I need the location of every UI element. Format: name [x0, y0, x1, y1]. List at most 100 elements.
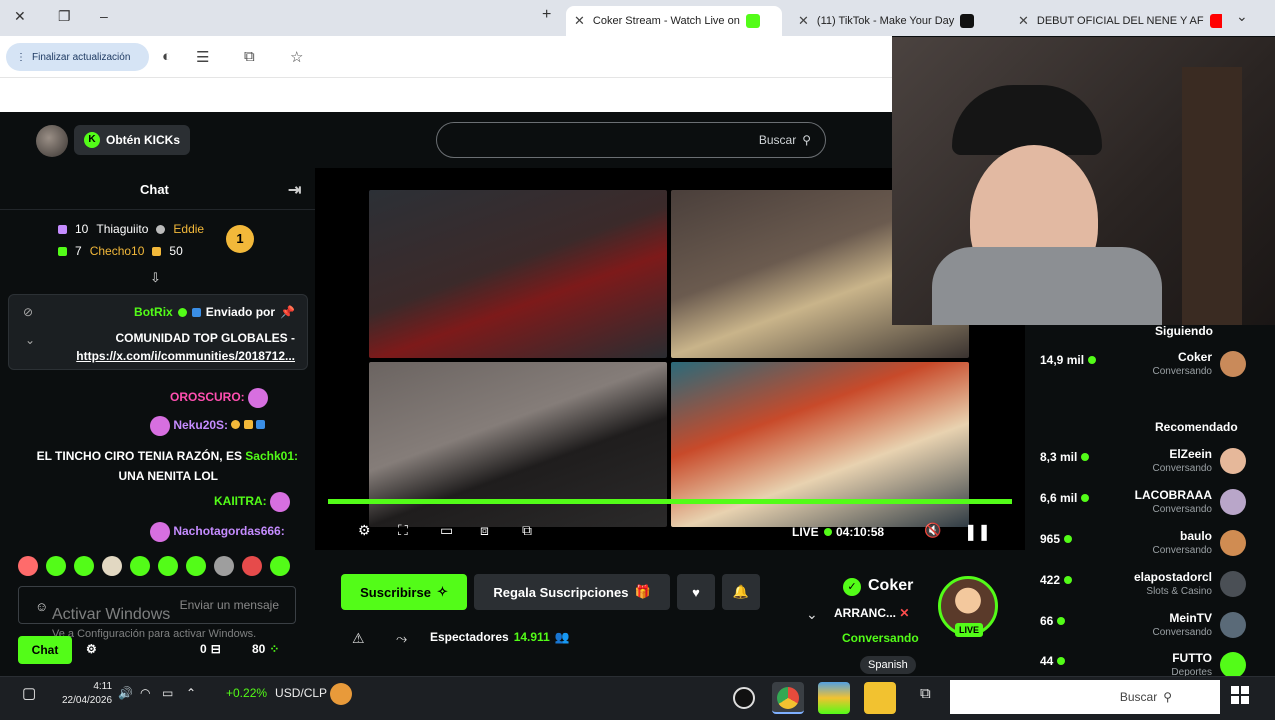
sidebar-channel-baulo[interactable]: baulo Conversando 965	[1036, 526, 1250, 562]
stream-category[interactable]: Conversando	[842, 631, 919, 645]
sidebar-channel-futto[interactable]: FUTTO Deportes 44	[1036, 648, 1250, 676]
notifications-button[interactable]: 🔔	[722, 574, 760, 610]
tray-chevron-icon[interactable]: ⌃	[186, 686, 196, 700]
tab-coker-stream[interactable]: ✕ Coker Stream - Watch Live on	[566, 6, 782, 36]
app-icon[interactable]	[818, 682, 850, 714]
emote-icon[interactable]	[74, 556, 94, 576]
viewers-value: 44	[1040, 654, 1054, 668]
tab-search-icon[interactable]: ⌄	[1236, 8, 1248, 25]
close-tab-icon[interactable]: ✕	[1018, 13, 1029, 29]
chat-username[interactable]: Nachotagordas666:	[173, 524, 284, 538]
emote-icon[interactable]	[186, 556, 206, 576]
taskbar-search[interactable]: Buscar ⚲	[950, 680, 1220, 714]
bookmark-star-icon[interactable]: ☆	[290, 48, 303, 66]
video-feed-top-left	[369, 190, 667, 358]
emote-icon[interactable]	[270, 556, 290, 576]
clock[interactable]: 4:11 22/04/2026	[62, 680, 112, 708]
share-icon[interactable]: ⤳	[396, 630, 407, 647]
collapse-chat-icon[interactable]: ⇥	[288, 180, 301, 200]
subscribe-button[interactable]: Suscribirse ✧	[341, 574, 467, 610]
sidebar-channel-coker[interactable]: Coker Conversando 14,9 mil	[1036, 347, 1250, 383]
sidebar-channel-lacobraaa[interactable]: LACOBRAAA Conversando 6,6 mil	[1036, 485, 1250, 521]
chat-message: OROSCURO:	[170, 388, 269, 408]
search-icon: ⚲	[802, 133, 811, 147]
obs-icon[interactable]	[728, 682, 760, 714]
wifi-icon[interactable]: ◠	[140, 686, 150, 700]
emote-icon[interactable]	[158, 556, 178, 576]
user-avatar[interactable]	[36, 125, 68, 157]
file-explorer-icon[interactable]	[864, 682, 896, 714]
emote-icon[interactable]	[46, 556, 66, 576]
restore-window-icon[interactable]: ❐	[58, 8, 71, 25]
tab-youtube[interactable]: ✕ DEBUT OFICIAL DEL NENE Y AF	[1010, 6, 1222, 36]
chat-username[interactable]: Sachk01:	[245, 449, 298, 463]
emote-icon[interactable]	[242, 556, 262, 576]
emoji-picker-icon[interactable]: ☺	[35, 599, 48, 614]
search-input[interactable]: Buscar ⚲	[436, 122, 826, 158]
points-count: 80	[252, 642, 266, 656]
start-menu-icon[interactable]	[1231, 686, 1249, 704]
heart-icon: ♥	[692, 584, 700, 600]
title-cross-icon: ✕	[899, 606, 910, 620]
task-view-icon[interactable]: ⧉	[920, 685, 931, 702]
chat-username[interactable]: Neku20S:	[173, 418, 228, 432]
playback-progress-bar[interactable]	[328, 499, 1012, 504]
sidebar-channel-elapostadorcl[interactable]: elapostadorcl Slots & Casino 422	[1036, 567, 1250, 603]
expand-pinned-icon[interactable]: ⌄	[25, 333, 35, 347]
chrome-icon[interactable]	[772, 682, 804, 714]
sidebar-channel-meintv[interactable]: MeinTV Conversando 66	[1036, 608, 1250, 644]
streamer-name[interactable]: Coker	[868, 577, 913, 595]
report-icon[interactable]: ⚠	[352, 630, 365, 647]
weather-widget-icon[interactable]	[330, 683, 352, 708]
chat-settings-icon[interactable]: ⚙	[86, 642, 97, 656]
chat-username[interactable]: OROSCURO:	[170, 390, 245, 404]
channel-avatar	[1220, 530, 1246, 556]
finish-update-button[interactable]: ⋮ Finalizar actualización	[6, 43, 149, 71]
gift-subs-button[interactable]: Regala Suscripciones 🎁	[474, 574, 670, 610]
language-tag[interactable]: Spanish	[860, 656, 916, 674]
picture-in-picture-icon[interactable]: ⧉	[522, 522, 532, 539]
emote-icon[interactable]	[214, 556, 234, 576]
profile-icon[interactable]: ◐	[162, 48, 171, 65]
channel-avatar	[1220, 612, 1246, 638]
volume-icon[interactable]: 🔊	[118, 686, 133, 700]
reading-list-icon[interactable]: ☰	[196, 48, 209, 66]
follow-button[interactable]: ♥	[677, 574, 715, 610]
get-kicks-button[interactable]: K Obtén KICKs	[74, 125, 190, 155]
pause-icon[interactable]: ❚❚	[964, 522, 991, 542]
chat-username[interactable]: KAIITRA:	[214, 494, 267, 508]
channel-name: LACOBRAAA	[1134, 488, 1212, 502]
fullscreen-icon[interactable]: ⛶	[398, 522, 408, 539]
viewers-value: 14,9 mil	[1040, 353, 1085, 367]
player-settings-icon[interactable]: ⚙	[358, 522, 371, 539]
chat-send-button[interactable]: Chat	[18, 636, 72, 664]
minimize-window-icon[interactable]: –	[100, 8, 108, 24]
sparkle-icon: ✧	[436, 584, 448, 599]
emote-icon[interactable]	[18, 556, 38, 576]
verified-icon: ✓	[843, 578, 861, 596]
battery-icon[interactable]: ▭	[162, 686, 173, 700]
emote-icon[interactable]	[102, 556, 122, 576]
sidebar-channel-elzeein[interactable]: ElZeein Conversando 8,3 mil	[1036, 444, 1250, 480]
mute-icon[interactable]: 🔇	[924, 522, 941, 539]
chevron-down-icon[interactable]: ⌄	[806, 606, 818, 623]
close-tab-icon[interactable]: ✕	[798, 13, 809, 29]
sent-by-label: Enviado por	[205, 305, 276, 319]
gift-box-icon[interactable]: ⊟	[211, 642, 221, 656]
close-tab-icon[interactable]: ✕	[574, 13, 585, 29]
tab-tiktok[interactable]: ✕ (11) TikTok - Make Your Day	[790, 6, 996, 36]
theater-mode-icon[interactable]: ▭	[440, 522, 453, 539]
clip-icon[interactable]: ⧈	[480, 522, 489, 539]
extensions-icon[interactable]: ⧉	[244, 48, 255, 65]
shirt-shape	[932, 247, 1162, 325]
new-tab-button[interactable]: +	[542, 6, 551, 24]
pinned-link[interactable]: https://x.com/i/communities/2018712...	[76, 347, 295, 365]
address-area	[0, 78, 892, 112]
pinned-toggle-icon[interactable]: ⇩	[150, 270, 161, 286]
close-window-icon[interactable]: ✕	[14, 8, 26, 25]
search-icon: ⚲	[1163, 690, 1172, 704]
hide-pinned-icon[interactable]: ⊘	[23, 305, 33, 319]
stock-ticker[interactable]: +0.22% USD/CLP	[226, 686, 327, 700]
emote-icon[interactable]	[130, 556, 150, 576]
notifications-icon[interactable]: ▢	[22, 684, 36, 702]
